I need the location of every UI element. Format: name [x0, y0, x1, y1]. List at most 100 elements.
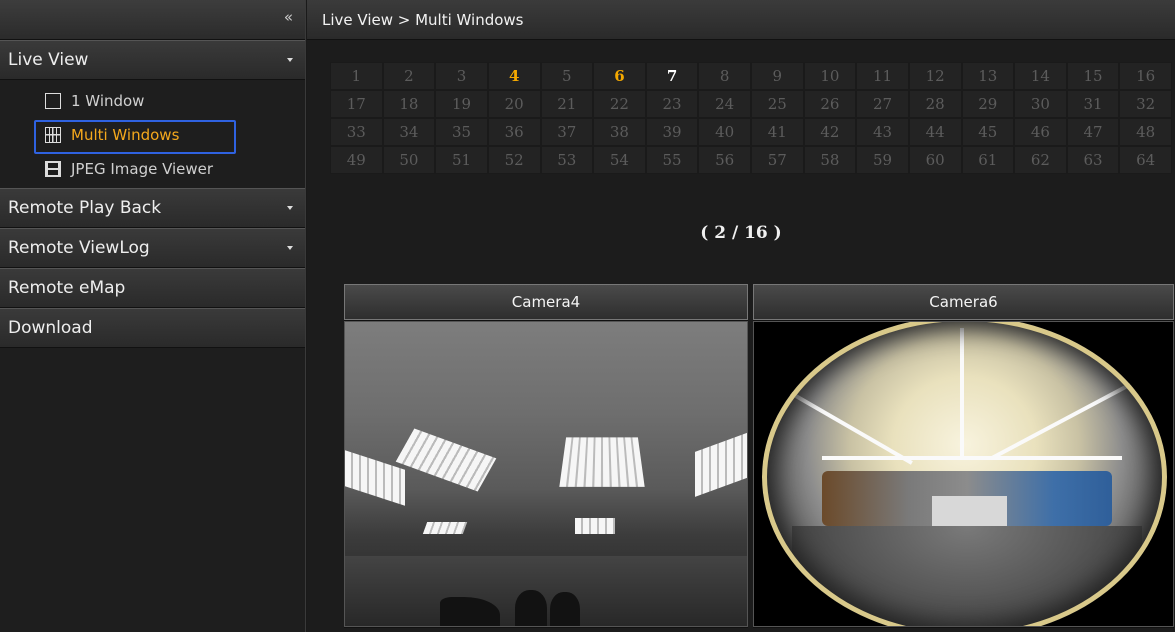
sidebar-item-multi-windows[interactable]: Multi Windows [0, 118, 305, 152]
menu-remote-play-back[interactable]: Remote Play Back [0, 188, 305, 228]
channel-52[interactable]: 52 [487, 146, 541, 174]
channel-8[interactable]: 8 [698, 62, 751, 90]
sidebar: « Live View 1 Window Multi Windows JPEG … [0, 0, 306, 632]
fisheye-rim [762, 322, 1167, 626]
channel-29[interactable]: 29 [961, 90, 1015, 118]
channel-55[interactable]: 55 [645, 146, 699, 174]
channel-49[interactable]: 49 [330, 146, 383, 174]
channel-24[interactable]: 24 [698, 90, 751, 118]
channel-56[interactable]: 56 [698, 146, 751, 174]
channel-64[interactable]: 64 [1119, 146, 1172, 174]
ceiling-light [559, 437, 645, 487]
channel-12[interactable]: 12 [908, 62, 962, 90]
camera-name: Camera6 [929, 293, 998, 311]
chevron-down-icon [287, 58, 293, 62]
collapse-sidebar-icon[interactable]: « [284, 8, 293, 26]
ceiling-light [575, 518, 615, 534]
menu-remote-viewlog[interactable]: Remote ViewLog [0, 228, 305, 268]
channel-26[interactable]: 26 [803, 90, 857, 118]
channel-1[interactable]: 1 [330, 62, 383, 90]
sidebar-item-label: JPEG Image Viewer [71, 160, 214, 178]
channel-53[interactable]: 53 [540, 146, 594, 174]
menu-live-view[interactable]: Live View [0, 40, 305, 80]
menu-remote-viewlog-label: Remote ViewLog [8, 238, 150, 258]
ceiling-light [695, 432, 747, 497]
channel-22[interactable]: 22 [593, 90, 646, 118]
window-icon [45, 93, 61, 109]
camera-video-feed[interactable] [753, 321, 1174, 627]
channel-58[interactable]: 58 [803, 146, 857, 174]
camera-video-feed[interactable] [344, 321, 748, 627]
channel-44[interactable]: 44 [908, 118, 962, 146]
sidebar-item-jpeg-image-viewer[interactable]: JPEG Image Viewer [0, 152, 305, 186]
channel-57[interactable]: 57 [751, 146, 804, 174]
channel-14[interactable]: 14 [1014, 62, 1067, 90]
main-content: Live View > Multi Windows 1 2 3 4 5 6 7 8 9 10 11 1… [307, 0, 1175, 632]
channel-13[interactable]: 13 [961, 62, 1015, 90]
channel-39[interactable]: 39 [645, 118, 699, 146]
channel-62[interactable]: 62 [1014, 146, 1067, 174]
channel-7[interactable]: 7 [645, 62, 699, 90]
channel-9[interactable]: 9 [751, 62, 804, 90]
channel-37[interactable]: 37 [540, 118, 594, 146]
menu-remote-emap[interactable]: Remote eMap [0, 268, 305, 308]
channel-6[interactable]: 6 [593, 62, 646, 90]
channel-61[interactable]: 61 [961, 146, 1015, 174]
channel-48[interactable]: 48 [1119, 118, 1172, 146]
channel-27[interactable]: 27 [856, 90, 909, 118]
channel-60[interactable]: 60 [908, 146, 962, 174]
channel-33[interactable]: 33 [330, 118, 383, 146]
channel-41[interactable]: 41 [751, 118, 804, 146]
channel-17[interactable]: 17 [330, 90, 383, 118]
channel-59[interactable]: 59 [856, 146, 909, 174]
channel-5[interactable]: 5 [540, 62, 594, 90]
menu-remote-play-back-label: Remote Play Back [8, 198, 162, 218]
camera-panel-6: Camera6 [753, 284, 1174, 628]
channel-10[interactable]: 10 [803, 62, 857, 90]
channel-23[interactable]: 23 [645, 90, 699, 118]
channel-20[interactable]: 20 [487, 90, 541, 118]
sidebar-collapse-bar: « [0, 0, 305, 40]
channel-18[interactable]: 18 [382, 90, 436, 118]
channel-28[interactable]: 28 [908, 90, 962, 118]
channel-36[interactable]: 36 [487, 118, 541, 146]
channel-21[interactable]: 21 [540, 90, 594, 118]
channel-25[interactable]: 25 [751, 90, 804, 118]
channel-15[interactable]: 15 [1066, 62, 1120, 90]
channel-51[interactable]: 51 [435, 146, 488, 174]
channel-35[interactable]: 35 [435, 118, 488, 146]
menu-download[interactable]: Download [0, 308, 305, 348]
channel-11[interactable]: 11 [856, 62, 909, 90]
person-silhouette [550, 592, 580, 626]
channel-4[interactable]: 4 [487, 62, 541, 90]
page-indicator: ( 2 / 16 ) [700, 223, 782, 243]
fisheye-image [762, 322, 1167, 626]
ceiling-light [422, 522, 468, 534]
channel-38[interactable]: 38 [593, 118, 646, 146]
channel-32[interactable]: 32 [1119, 90, 1172, 118]
sidebar-item-1-window[interactable]: 1 Window [0, 84, 305, 118]
channel-46[interactable]: 46 [1014, 118, 1067, 146]
menu-download-label: Download [8, 318, 93, 338]
channel-16[interactable]: 16 [1119, 62, 1172, 90]
chevron-down-icon [287, 246, 293, 250]
channel-43[interactable]: 43 [856, 118, 909, 146]
channel-42[interactable]: 42 [803, 118, 857, 146]
grid-icon [45, 127, 61, 143]
channel-54[interactable]: 54 [593, 146, 646, 174]
channel-3[interactable]: 3 [435, 62, 488, 90]
channel-30[interactable]: 30 [1014, 90, 1067, 118]
channel-40[interactable]: 40 [698, 118, 751, 146]
channel-34[interactable]: 34 [382, 118, 436, 146]
channel-31[interactable]: 31 [1066, 90, 1120, 118]
ceiling-light [395, 428, 497, 492]
channel-19[interactable]: 19 [435, 90, 488, 118]
channel-50[interactable]: 50 [382, 146, 436, 174]
chevron-down-icon [287, 206, 293, 210]
channel-2[interactable]: 2 [382, 62, 436, 90]
channel-45[interactable]: 45 [961, 118, 1015, 146]
breadcrumb: Live View > Multi Windows [307, 0, 1175, 40]
channel-47[interactable]: 47 [1066, 118, 1120, 146]
channel-63[interactable]: 63 [1066, 146, 1120, 174]
menu-live-view-label: Live View [8, 50, 89, 70]
